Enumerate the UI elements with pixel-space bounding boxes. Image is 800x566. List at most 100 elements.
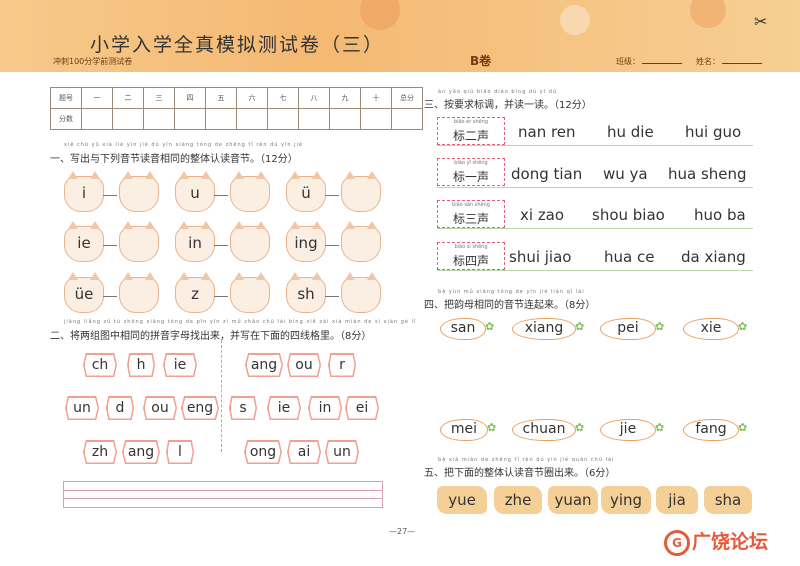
letter: zh xyxy=(84,441,116,463)
tone-label: 标一声 xyxy=(452,170,489,184)
answer-cat-card[interactable] xyxy=(119,272,159,313)
letter-hex[interactable]: ong xyxy=(244,440,282,464)
carrot-syllable[interactable]: xiang xyxy=(512,318,576,340)
letter-hex[interactable]: s xyxy=(229,396,257,420)
section3-title: 三、按要求标调，并读一读。（12分） xyxy=(424,100,592,111)
volume-label: B卷 xyxy=(470,54,492,68)
pinyin-word[interactable]: shou biao xyxy=(592,206,665,224)
letter: ou xyxy=(144,397,176,419)
pinyin-word[interactable]: huo ba xyxy=(694,206,746,224)
syllable-chip[interactable]: yue xyxy=(437,486,487,514)
letter: ie xyxy=(164,354,196,376)
pinyin-word[interactable]: hua ce xyxy=(604,248,654,266)
letter: ei xyxy=(346,397,378,419)
answer-cat-card[interactable] xyxy=(230,171,270,212)
answer-cat-card[interactable] xyxy=(230,272,270,313)
syllable: in xyxy=(188,234,202,252)
section4-pinyin: bǎ yùn mǔ xiāng tóng de yīn jié lián qǐ … xyxy=(438,289,585,295)
pinyin-word[interactable]: hui guo xyxy=(685,123,741,141)
syllable-chip[interactable]: yuan xyxy=(548,486,598,514)
score-cell[interactable] xyxy=(329,108,361,130)
table-row: 题号 一 二 三 四 五 六 七 八 九 十 总分 xyxy=(50,87,423,109)
letter-hex[interactable]: un xyxy=(65,396,99,420)
leaf-icon: ✿ xyxy=(575,421,585,434)
pinyin-word[interactable]: hua sheng xyxy=(668,165,747,183)
carrot-syllable[interactable]: pei xyxy=(600,318,656,340)
letter-hex[interactable]: in xyxy=(308,396,342,420)
letter-hex[interactable]: r xyxy=(328,353,356,377)
score-cell[interactable] xyxy=(360,108,392,130)
score-cell[interactable] xyxy=(236,108,268,130)
letter-hex[interactable]: ie xyxy=(163,353,197,377)
letter-hex[interactable]: eng xyxy=(181,396,219,420)
class-field[interactable] xyxy=(642,63,682,64)
dash xyxy=(103,296,117,297)
syllable-chip[interactable]: ying xyxy=(601,486,651,514)
carrot-syllable[interactable]: jie xyxy=(600,419,656,441)
letter-hex[interactable]: ou xyxy=(287,353,321,377)
letter: s xyxy=(230,397,256,419)
letter-hex[interactable]: ei xyxy=(345,396,379,420)
pinyin-word[interactable]: nan ren xyxy=(518,123,576,141)
pinyin-word[interactable]: shui jiao xyxy=(509,248,571,266)
four-line-grid[interactable] xyxy=(63,481,383,508)
syllable-chip[interactable]: zhe xyxy=(494,486,542,514)
grid-line xyxy=(64,490,382,491)
letter-hex[interactable]: ou xyxy=(143,396,177,420)
score-cell[interactable] xyxy=(174,108,206,130)
score-cell[interactable] xyxy=(267,108,299,130)
answer-cat-card[interactable] xyxy=(119,171,159,212)
table-cell: 分数 xyxy=(50,108,82,130)
pinyin-word[interactable]: da xiang xyxy=(681,248,746,266)
letter-hex[interactable]: un xyxy=(325,440,359,464)
answer-cat-card[interactable] xyxy=(341,221,381,262)
answer-cat-card[interactable] xyxy=(119,221,159,262)
letter: ang xyxy=(123,441,159,463)
tone-label-box: biāo yī shēng 标一声 xyxy=(437,158,505,186)
carrot-syllable[interactable]: san xyxy=(440,318,486,340)
letter-hex[interactable]: ai xyxy=(287,440,321,464)
answer-cat-card[interactable] xyxy=(230,221,270,262)
section5-title: 五、把下面的整体认读音节圈出来。（6分） xyxy=(424,468,616,479)
letter-hex[interactable]: d xyxy=(106,396,134,420)
letter-hex[interactable]: ie xyxy=(267,396,301,420)
dash xyxy=(325,195,339,196)
syllable: ü xyxy=(301,184,311,202)
score-cell[interactable] xyxy=(205,108,237,130)
tone-pinyin: biāo sān shēng xyxy=(452,202,490,208)
score-cell[interactable] xyxy=(298,108,330,130)
letter-hex[interactable]: ang xyxy=(245,353,283,377)
carrot-syllable[interactable]: fang xyxy=(683,419,739,441)
site-logo: G 广饶论坛 xyxy=(664,527,768,556)
carrot-syllable[interactable]: chuan xyxy=(512,419,576,441)
score-cell[interactable] xyxy=(391,108,423,130)
answer-cat-card[interactable] xyxy=(341,272,381,313)
name-label: 姓名： xyxy=(696,57,720,66)
pinyin-word[interactable]: dong tian xyxy=(511,165,582,183)
letter-hex[interactable]: ch xyxy=(83,353,117,377)
letter-hex[interactable]: ang xyxy=(122,440,160,464)
letter-hex[interactable]: l xyxy=(166,440,194,464)
carrot-syllable[interactable]: mei xyxy=(440,419,488,441)
cat-card: i xyxy=(64,171,104,212)
cat-card: ing xyxy=(286,221,326,262)
letter-hex[interactable]: zh xyxy=(83,440,117,464)
score-cell[interactable] xyxy=(81,108,113,130)
tone-label: 标三声 xyxy=(452,212,489,226)
section1-pinyin: xiě chū yǔ xià liè yīn jié dú yīn xiāng … xyxy=(64,142,303,148)
name-field[interactable] xyxy=(722,63,762,64)
answer-cat-card[interactable] xyxy=(341,171,381,212)
syllable-chip[interactable]: jia xyxy=(656,486,698,514)
letter-hex[interactable]: h xyxy=(127,353,155,377)
cat-card: ü xyxy=(286,171,326,212)
score-cell[interactable] xyxy=(112,108,144,130)
group-divider xyxy=(221,340,222,452)
grid-line xyxy=(64,498,382,499)
pinyin-word[interactable]: xi zao xyxy=(520,206,564,224)
carrot-syllable[interactable]: xie xyxy=(683,318,739,340)
score-cell[interactable] xyxy=(143,108,175,130)
syllable-chip[interactable]: sha xyxy=(704,486,752,514)
pinyin-word[interactable]: wu ya xyxy=(603,165,648,183)
pinyin-word[interactable]: hu die xyxy=(607,123,654,141)
table-cell: 四 xyxy=(174,87,206,109)
